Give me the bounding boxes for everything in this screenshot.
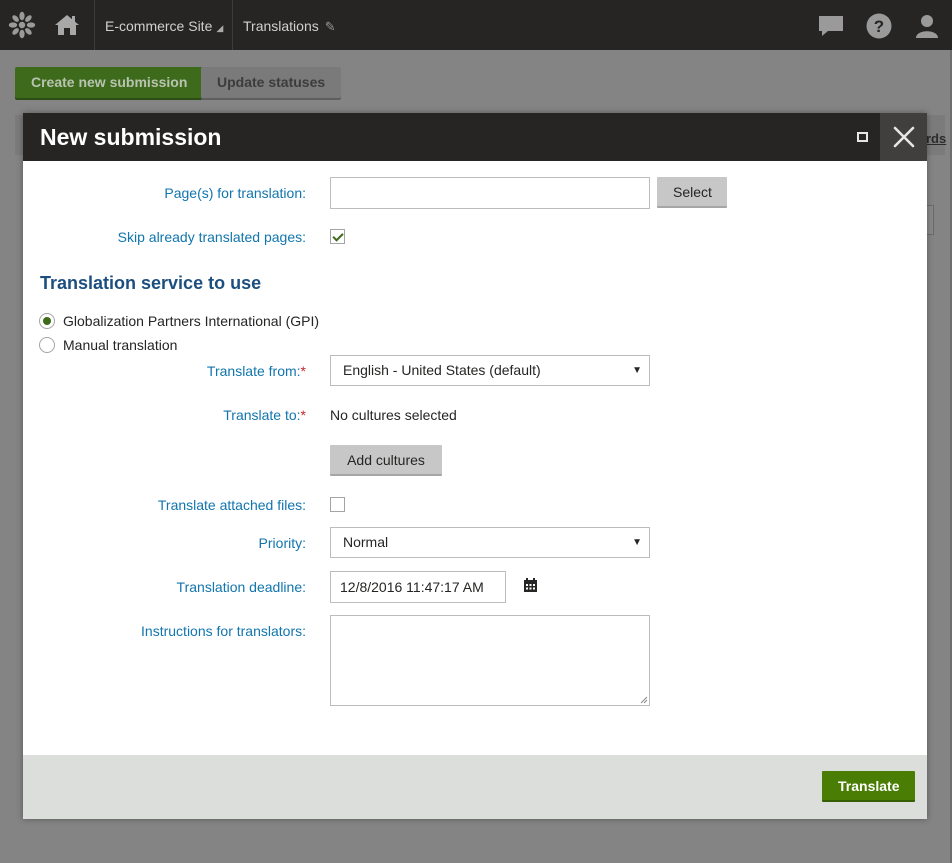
maximize-icon[interactable] (857, 132, 868, 142)
help-icon[interactable]: ? (865, 12, 893, 40)
translate-from-value: English - United States (default) (343, 362, 541, 378)
chat-icon[interactable] (817, 12, 845, 40)
priority-value: Normal (343, 534, 389, 550)
create-submission-button[interactable]: Create new submission (15, 67, 204, 98)
translate-to-label: Translate to:* (223, 407, 306, 423)
translate-to-text: Translate to: (223, 407, 301, 423)
translate-button[interactable]: Translate (822, 771, 916, 802)
dropdown-arrow-icon: ▼ (632, 537, 642, 548)
radio-button[interactable] (39, 337, 55, 353)
required-marker: * (300, 407, 306, 423)
breadcrumb-app[interactable]: Translations ✎ (232, 0, 352, 50)
deadline-input[interactable]: 12/8/2016 11:47:17 AM (330, 571, 506, 603)
dialog-footer: Translate (23, 755, 927, 819)
breadcrumb-site[interactable]: E-commerce Site ◢ (94, 0, 232, 50)
close-button[interactable] (880, 113, 927, 161)
app-name: Translations (243, 18, 319, 34)
attached-files-checkbox[interactable] (330, 497, 345, 512)
skip-translated-checkbox[interactable] (330, 229, 345, 244)
translate-from-select[interactable]: English - United States (default) ▼ (330, 355, 650, 386)
user-icon[interactable] (913, 12, 941, 40)
background-link[interactable]: rds (926, 131, 946, 146)
add-cultures-button[interactable]: Add cultures (330, 445, 442, 476)
home-icon[interactable] (44, 0, 90, 50)
new-submission-dialog: New submission Page(s) for translation: … (23, 113, 927, 819)
priority-select[interactable]: Normal ▼ (330, 527, 650, 558)
radio-gpi[interactable]: Globalization Partners International (GP… (39, 311, 319, 331)
dropdown-arrow-icon: ▼ (632, 365, 642, 376)
top-bar: E-commerce Site ◢ Translations ✎ ? (0, 0, 952, 50)
pages-label: Page(s) for translation: (164, 185, 306, 201)
select-pages-button[interactable]: Select (657, 177, 727, 208)
update-statuses-button[interactable]: Update statuses (201, 67, 342, 98)
required-marker: * (300, 363, 306, 379)
translate-from-text: Translate from: (206, 363, 301, 379)
calendar-icon[interactable] (523, 578, 538, 593)
dialog-header: New submission (23, 113, 927, 161)
radio-manual-label: Manual translation (63, 337, 178, 353)
skip-translated-label: Skip already translated pages: (117, 229, 306, 245)
translate-to-value: No cultures selected (330, 407, 457, 423)
instructions-label: Instructions for translators: (141, 623, 306, 639)
site-name: E-commerce Site (105, 18, 213, 34)
svg-text:?: ? (874, 17, 884, 36)
radio-gpi-label: Globalization Partners International (GP… (63, 313, 320, 329)
radio-button-selected[interactable] (39, 313, 55, 329)
pages-input[interactable] (330, 177, 650, 209)
resize-grip-icon[interactable] (640, 696, 648, 704)
instructions-textarea[interactable] (330, 615, 650, 706)
translate-from-label: Translate from:* (207, 363, 306, 379)
dialog-title: New submission (40, 124, 222, 150)
app-logo-icon[interactable] (0, 0, 44, 50)
radio-manual[interactable]: Manual translation (39, 335, 177, 355)
pin-icon[interactable]: ✎ (325, 19, 336, 34)
priority-label: Priority: (258, 535, 306, 551)
caret-down-icon: ◢ (216, 23, 224, 33)
close-icon (893, 126, 914, 148)
deadline-label: Translation deadline: (176, 579, 306, 595)
attached-files-label: Translate attached files: (157, 497, 306, 513)
service-section-title: Translation service to use (40, 273, 262, 293)
